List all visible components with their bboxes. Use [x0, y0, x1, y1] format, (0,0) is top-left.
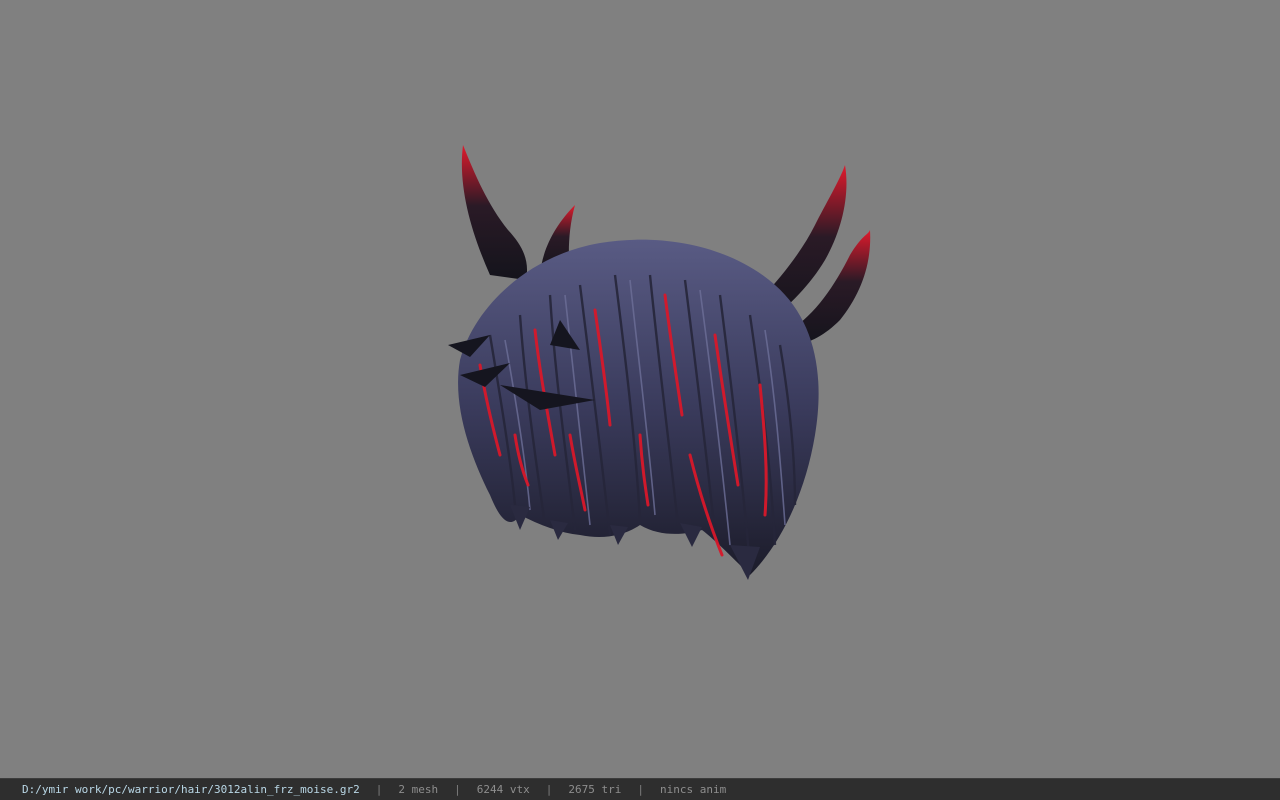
- file-path: D:/ymir work/pc/warrior/hair/3012alin_fr…: [22, 783, 360, 796]
- horn-left-outer: [461, 145, 528, 280]
- vertex-count: 6244 vtx: [476, 783, 530, 796]
- hair-mass: [448, 239, 819, 580]
- hair-model-render: [448, 145, 871, 580]
- mesh-count: 2 mesh: [398, 783, 439, 796]
- animation-status: nincs anim: [659, 783, 727, 796]
- separator: |: [637, 783, 644, 796]
- separator: |: [545, 783, 553, 796]
- separator: |: [375, 783, 383, 796]
- triangle-count: 2675 tri: [568, 783, 622, 796]
- separator: |: [454, 783, 461, 796]
- 3d-viewport[interactable]: [0, 0, 1280, 778]
- status-bar: D:/ymir work/pc/warrior/hair/3012alin_fr…: [0, 778, 1280, 800]
